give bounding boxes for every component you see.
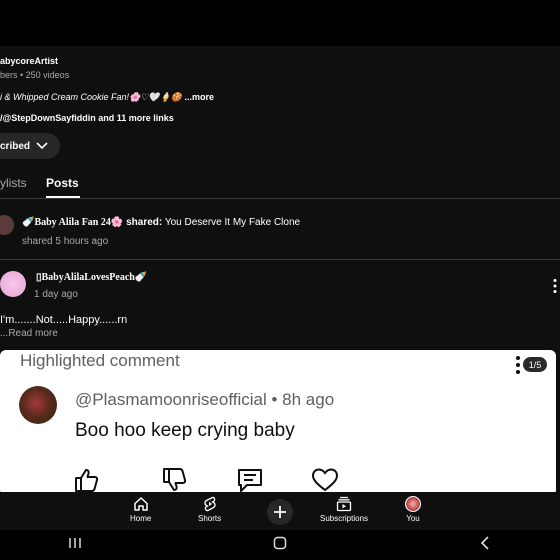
channel-links[interactable]: /@StepDownSayfiddin and 11 more links [0, 113, 174, 123]
recent-apps-icon[interactable] [68, 537, 82, 549]
tab-playlists[interactable]: ylists [0, 176, 27, 190]
heart-icon[interactable] [311, 466, 339, 494]
thumbs-up-icon[interactable] [72, 466, 100, 494]
tabs-divider [0, 198, 560, 199]
post-time: 1 day ago [34, 289, 78, 300]
highlighted-comment-title: Highlighted comment [20, 351, 180, 370]
comment-author[interactable]: @Plasmamoonriseofficial [75, 390, 267, 409]
post-text: I'm.......Not.....Happy......rn [0, 314, 128, 326]
shared-post-action: shared: [126, 217, 163, 228]
shared-post-title: You Deserve It My Fake Clone [164, 217, 301, 228]
comment-text: Boo hoo keep crying baby [75, 420, 295, 441]
channel-description[interactable]: i & Whipped Cream Cookie Fan!🌸♡🤍🍦🍪 ...mo… [0, 92, 214, 103]
subscribed-label: cribed [0, 140, 31, 152]
channel-handle: abycoreArtist [0, 56, 59, 66]
shared-post-author: 🍼Baby Alila Fan 24🌸 [22, 217, 124, 228]
back-icon[interactable] [480, 536, 490, 550]
home-button-icon[interactable] [273, 536, 287, 550]
shorts-icon [203, 496, 216, 512]
nav-you[interactable]: You [405, 496, 421, 523]
avatar[interactable] [0, 271, 26, 297]
channel-meta: bers • 250 videos [0, 70, 70, 80]
nav-shorts[interactable]: Shorts [198, 496, 221, 523]
more-vert-icon[interactable] [514, 355, 522, 375]
comment-time: • 8h ago [271, 390, 335, 409]
post-divider [0, 259, 560, 260]
comment-author-line: @Plasmamoonriseofficial • 8h ago [75, 390, 334, 410]
nav-you-label: You [406, 514, 420, 523]
comment-counter: 1/5 [523, 357, 547, 372]
avatar[interactable] [19, 386, 57, 424]
read-more-link[interactable]: ...Read more [0, 328, 58, 339]
more-vert-icon[interactable] [550, 278, 560, 294]
create-button[interactable] [267, 499, 293, 525]
nav-home-label: Home [130, 514, 152, 523]
chevron-down-icon [36, 142, 48, 150]
home-icon [133, 497, 148, 511]
nav-home[interactable]: Home [130, 496, 151, 523]
description-more-link[interactable]: ...more [184, 92, 214, 102]
subscriptions-icon [336, 496, 352, 512]
tab-posts[interactable]: Posts [46, 176, 79, 190]
shared-post-time: shared 5 hours ago [22, 236, 109, 247]
thumbs-down-icon[interactable] [160, 466, 188, 494]
nav-subscriptions[interactable]: Subscriptions [320, 496, 368, 523]
shared-post-header[interactable]: 🍼Baby Alila Fan 24🌸 shared: You Deserve … [22, 217, 300, 228]
description-text: i & Whipped Cream Cookie Fan!🌸♡🤍🍦🍪 [0, 92, 182, 102]
avatar[interactable] [0, 215, 14, 235]
plus-icon [274, 506, 286, 518]
avatar [405, 496, 421, 512]
reply-icon[interactable] [236, 466, 264, 494]
nav-subscriptions-label: Subscriptions [320, 514, 369, 523]
nav-shorts-label: Shorts [198, 514, 222, 523]
top-black-area [0, 0, 560, 46]
subscribed-button[interactable]: cribed [0, 133, 60, 159]
post-author[interactable]: ▯BabyAlilaLovesPeach🍼 [36, 272, 147, 283]
